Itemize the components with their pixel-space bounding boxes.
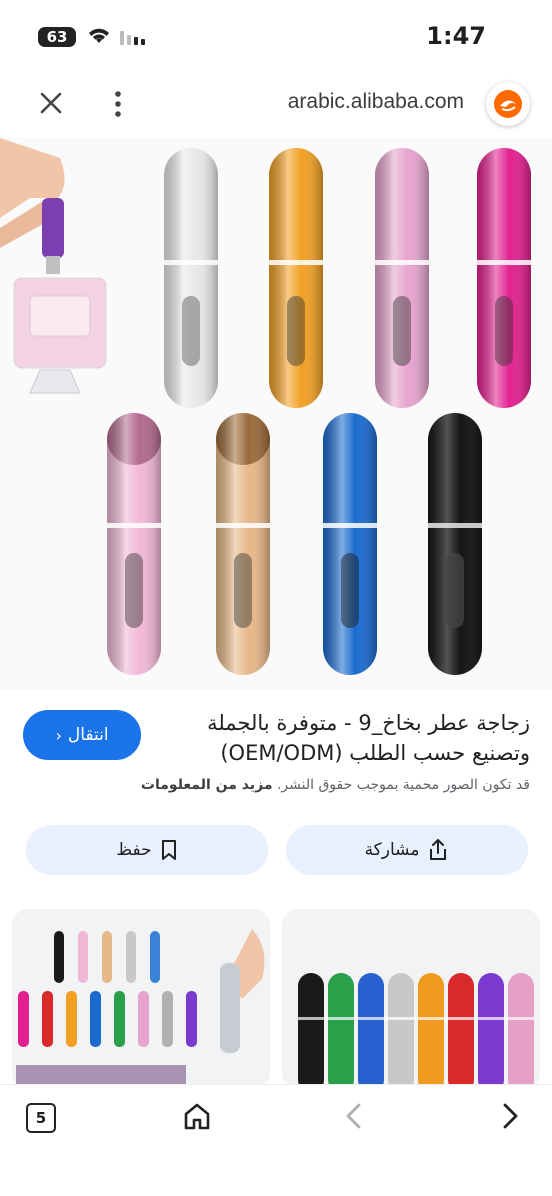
bottom-navigation — [0, 1084, 552, 1196]
share-icon — [430, 839, 447, 860]
related-image-left[interactable] — [12, 909, 270, 1089]
product-image[interactable] — [0, 138, 552, 690]
save-button[interactable]: حفظ — [26, 825, 268, 875]
wifi-icon — [89, 28, 109, 43]
hand-with-perfume-illustration — [0, 138, 107, 394]
browser-toolbar — [0, 70, 552, 136]
small-bottles-grid — [16, 929, 265, 1089]
tabs-button[interactable]: 5 — [26, 1103, 56, 1133]
more-options-icon[interactable] — [108, 88, 128, 120]
save-label: حفظ — [116, 840, 152, 860]
copyright-notice: قد تكون الصور محمية بموجب حقوق النشر. مز… — [10, 777, 530, 793]
clock: 1:47 — [426, 22, 486, 50]
signal-icon — [120, 31, 145, 45]
close-icon[interactable] — [34, 86, 68, 120]
chevron-left-icon: ‹ — [55, 725, 62, 745]
visit-button[interactable]: انتقال ‹ — [23, 710, 141, 760]
copyright-text: قد تكون الصور محمية بموجب حقوق النشر. — [276, 777, 530, 793]
forward-icon[interactable] — [497, 1101, 523, 1131]
site-url[interactable]: arabic.alibaba.com — [288, 90, 464, 114]
home-icon[interactable] — [182, 1101, 212, 1131]
result-title: زجاجة عطر بخاخ_9 - متوفرة بالجملة وتصنيع… — [207, 711, 530, 765]
colored-bottles-row — [298, 973, 534, 1089]
visit-button-label: انتقال — [67, 725, 109, 745]
share-label: مشاركة — [364, 840, 420, 860]
status-bar: 63 1:47 — [0, 0, 552, 70]
bottles-top-row — [164, 148, 531, 408]
bottles-bottom-row — [107, 413, 482, 675]
battery-indicator: 63 — [38, 27, 76, 47]
back-icon[interactable] — [341, 1101, 367, 1131]
related-image-right[interactable] — [282, 909, 540, 1089]
more-info-link[interactable]: مزيد من المعلومات — [141, 777, 273, 793]
share-button[interactable]: مشاركة — [286, 825, 528, 875]
alibaba-logo — [486, 82, 530, 126]
bookmark-icon — [161, 840, 176, 860]
